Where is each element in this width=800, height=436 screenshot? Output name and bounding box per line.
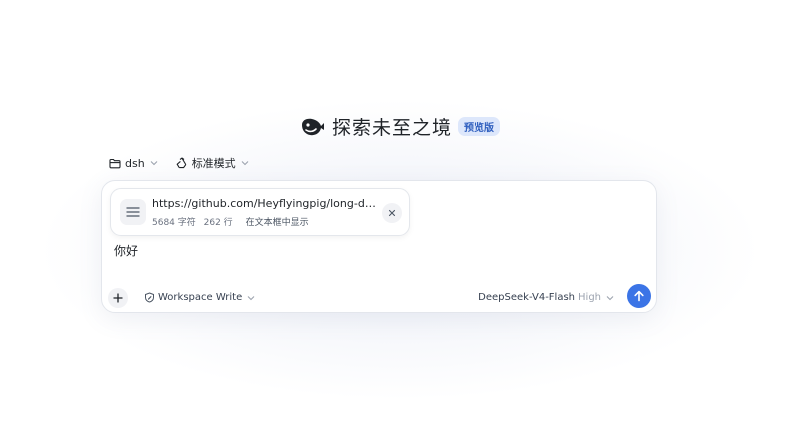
attachment-lines: 262 行	[203, 218, 233, 228]
attachment-meta: 5684 字符 262 行 在文本框中显示	[152, 215, 314, 228]
arrow-up-icon	[634, 290, 644, 302]
chevron-down-icon	[241, 161, 249, 166]
chevron-down-icon	[150, 161, 158, 166]
brand-inner: 探索未至之境 预览版	[300, 113, 500, 140]
send-button[interactable]	[627, 284, 651, 308]
folder-label: dsh	[125, 156, 145, 170]
whale-logo-icon	[301, 118, 324, 135]
model-selector[interactable]: DeepSeek-V4-Flash High	[478, 292, 614, 303]
attachment-url: https://github.com/Heyflyingpig/long-dra…	[152, 197, 377, 210]
workspace-permission-selector[interactable]: Workspace Write	[144, 292, 255, 303]
preview-badge: 预览版	[458, 117, 500, 136]
shield-edit-icon	[145, 292, 154, 303]
brand-title: 探索未至之境	[331, 117, 452, 139]
prompt-input[interactable]: 你好	[114, 242, 138, 259]
workspace-label: Workspace Write	[158, 292, 243, 303]
reasoning-level: High	[578, 292, 601, 303]
attachment-icon-box	[120, 199, 146, 225]
model-name: DeepSeek-V4-Flash	[478, 292, 576, 303]
folder-selector[interactable]: dsh	[109, 157, 162, 170]
menu-lines-icon	[126, 207, 140, 217]
plus-icon	[113, 293, 123, 303]
mode-selector[interactable]: 标准模式	[176, 155, 253, 171]
folder-icon	[109, 158, 121, 168]
brand-header: 探索未至之境 预览版	[0, 113, 800, 140]
show-in-textbox-link[interactable]: 在文本框中显示	[246, 218, 309, 228]
composer-card: https://github.com/Heyflyingpig/long-dra…	[101, 180, 657, 313]
chevron-down-icon	[606, 295, 614, 300]
mode-label: 标准模式	[191, 157, 236, 170]
recycle-icon	[176, 157, 186, 169]
add-button[interactable]	[108, 288, 128, 308]
attachment-chars: 5684 字符	[152, 218, 196, 228]
attachment-card[interactable]: https://github.com/Heyflyingpig/long-dra…	[110, 188, 410, 236]
close-icon	[388, 209, 396, 217]
selectors-row: dsh 标准模式	[109, 155, 267, 171]
chevron-down-icon	[247, 295, 255, 300]
remove-attachment-button[interactable]	[382, 203, 402, 223]
